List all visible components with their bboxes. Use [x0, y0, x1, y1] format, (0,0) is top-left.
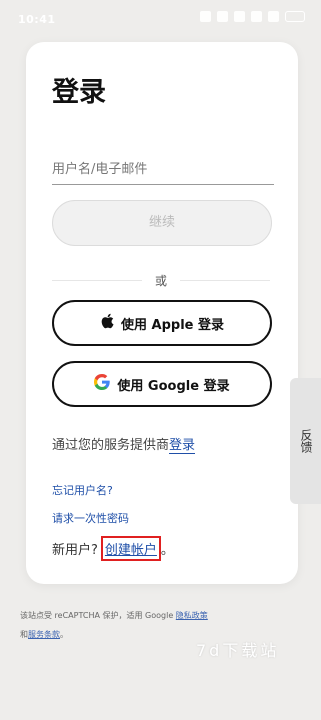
status-bar: 10:41	[0, 0, 321, 40]
request-otp-link[interactable]: 请求一次性密码	[52, 510, 129, 526]
recaptcha-text: 该站点受 reCAPTCHA 保护，适用 Google	[20, 611, 176, 620]
status-icons	[200, 11, 305, 22]
feedback-tab[interactable]: 反馈	[290, 378, 321, 504]
recaptcha-and-text: 和	[20, 630, 28, 639]
new-user-line: 新用户? 创建帐户 。	[52, 536, 174, 561]
forgot-username-link[interactable]: 忘记用户名?	[52, 482, 113, 498]
continue-button[interactable]: 继续	[52, 200, 272, 246]
recaptcha-line-1: 该站点受 reCAPTCHA 保护，适用 Google 隐私政策	[20, 606, 300, 625]
new-user-text: 新用户?	[52, 543, 98, 558]
provider-text: 通过您的服务提供商	[52, 438, 170, 453]
create-account-link[interactable]: 创建帐户	[100, 536, 161, 561]
apple-icon	[100, 313, 114, 333]
create-account-suffix: 。	[160, 543, 174, 558]
or-label: 或	[154, 274, 167, 288]
privacy-policy-link[interactable]: 隐私政策	[176, 611, 208, 620]
apple-login-label: 使用 Apple 登录	[121, 317, 224, 333]
username-input[interactable]	[52, 154, 274, 185]
google-icon	[94, 374, 111, 394]
google-login-label: 使用 Google 登录	[117, 378, 230, 394]
google-login-button[interactable]: 使用 Google 登录	[52, 361, 272, 407]
signal-icon	[268, 11, 279, 22]
provider-login-link[interactable]: 登录	[169, 438, 196, 454]
vibrate-icon	[234, 11, 245, 22]
page-title: 登录	[52, 77, 106, 108]
do-not-disturb-icon	[200, 11, 211, 22]
terms-of-service-link[interactable]: 服务条款	[28, 630, 60, 639]
recaptcha-suffix: 。	[60, 630, 68, 639]
wifi-icon	[251, 11, 262, 22]
login-card: 登录 继续 或 使用 Apple 登录 使用 Google 登录 通过您的服务提…	[26, 42, 298, 584]
apple-login-button[interactable]: 使用 Apple 登录	[52, 300, 272, 346]
battery-icon	[285, 11, 305, 22]
or-divider: 或	[52, 270, 270, 290]
status-time: 10:41	[18, 13, 56, 26]
provider-login-line: 通过您的服务提供商登录	[52, 434, 196, 454]
site-watermark: 7d下载站	[196, 641, 280, 660]
bluetooth-icon	[217, 11, 228, 22]
